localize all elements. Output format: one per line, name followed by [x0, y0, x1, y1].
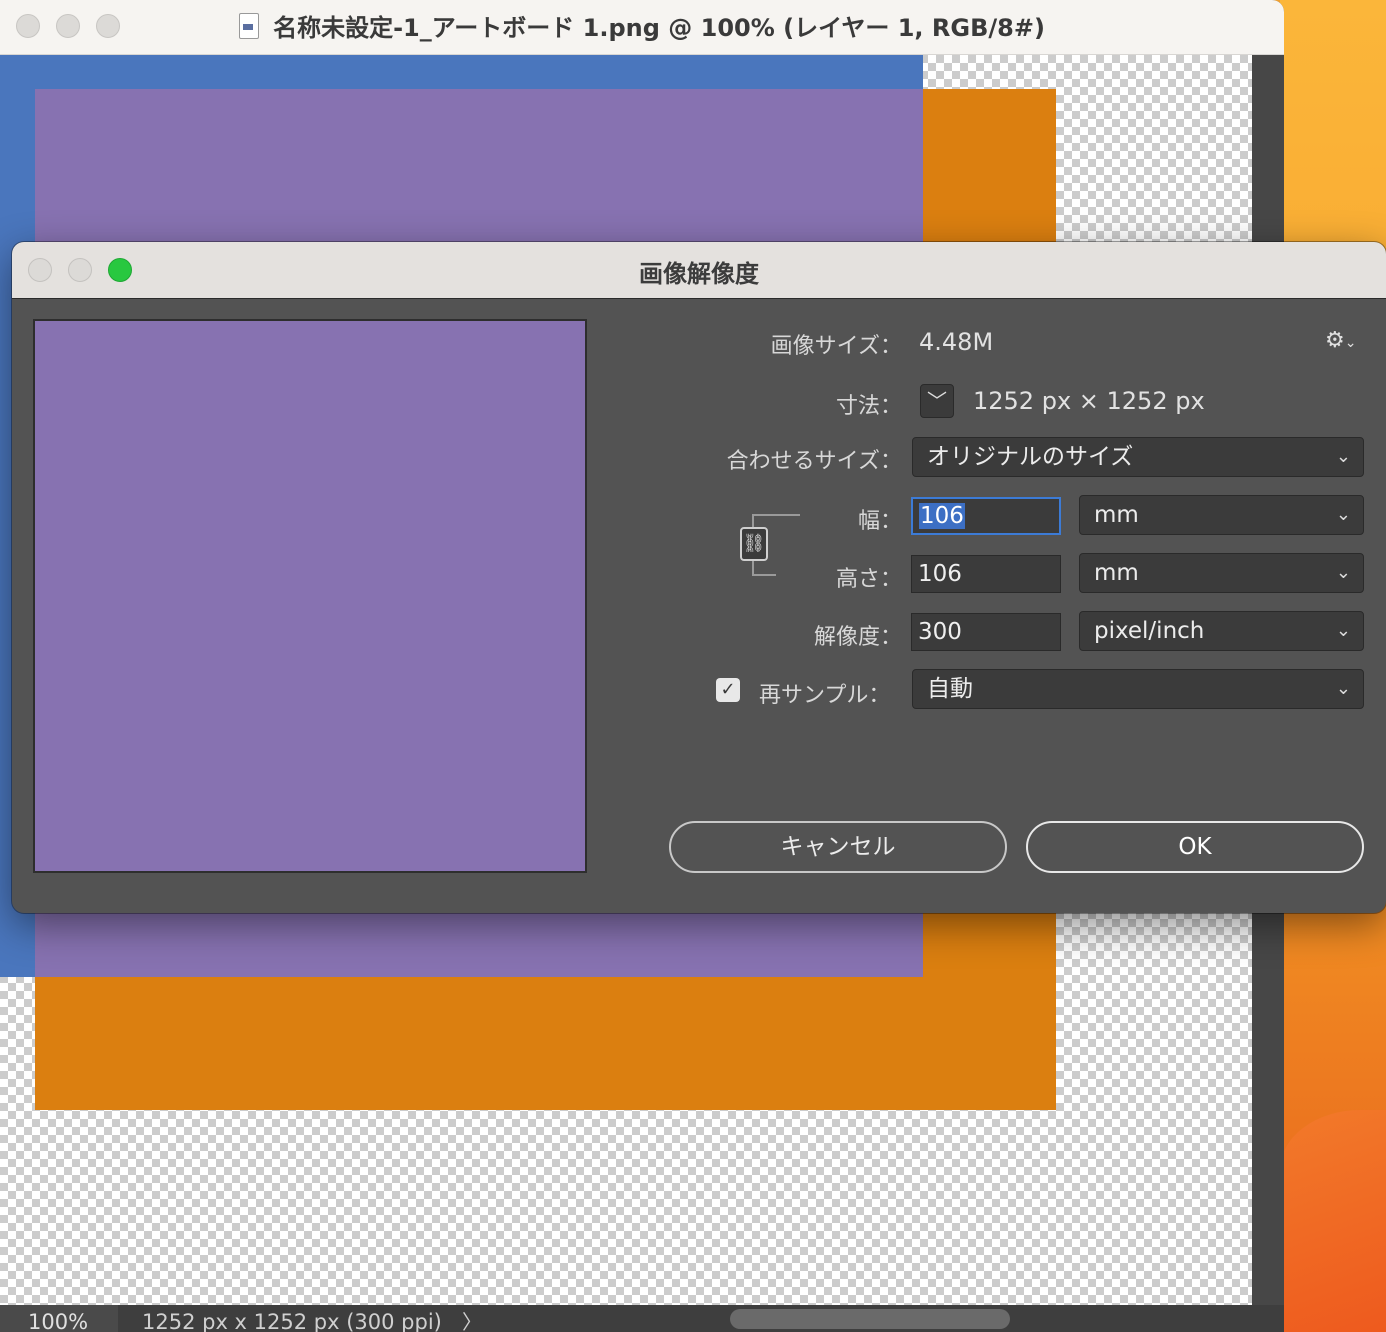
width-input[interactable]: 106	[911, 497, 1061, 535]
chain-glyph: ⛓	[742, 533, 766, 554]
image-size-label: 画像サイズ：	[770, 334, 902, 359]
fit-to-value: オリジナルのサイズ	[927, 444, 1134, 470]
width-value: 106	[919, 503, 965, 529]
image-size-value: 4.48M	[919, 328, 994, 356]
fit-to-label: 合わせるサイズ：	[726, 449, 902, 474]
width-unit-value: mm	[1094, 502, 1139, 528]
dialog-titlebar: 画像解像度	[12, 242, 1386, 299]
status-bar: 100% 1252 px x 1252 px (300 ppi) 〉	[0, 1305, 1284, 1332]
resolution-input[interactable]: 300	[911, 613, 1061, 651]
height-input[interactable]: 106	[911, 555, 1061, 593]
fit-to-select[interactable]: オリジナルのサイズ ⌄	[912, 437, 1364, 477]
resolution-value: 300	[918, 619, 962, 645]
height-value: 106	[918, 561, 962, 587]
height-label: 高さ：	[835, 567, 902, 592]
horizontal-scrollbar-thumb[interactable]	[730, 1309, 1010, 1329]
dimensions-label: 寸法：	[835, 394, 902, 419]
resolution-label: 解像度：	[813, 625, 902, 650]
gear-glyph: ⚙	[1325, 328, 1345, 353]
gear-icon[interactable]: ⚙⌄	[1325, 328, 1356, 353]
resample-label: 再サンプル：	[759, 683, 891, 708]
resolution-unit-value: pixel/inch	[1094, 618, 1205, 644]
document-titlebar: 名称未設定-1_アートボード 1.png @ 100% (レイヤー 1, RGB…	[0, 0, 1284, 55]
height-unit-select[interactable]: mm ⌄	[1079, 553, 1364, 593]
status-menu-arrow-icon[interactable]: 〉	[462, 1305, 482, 1332]
width-label: 幅：	[857, 509, 902, 534]
chevron-down-icon: ⌄	[1335, 620, 1351, 641]
chevron-down-icon: ⌄	[1335, 446, 1351, 467]
dimensions-value: 1252 px × 1252 px	[973, 387, 1205, 415]
check-icon: ✓	[720, 679, 736, 700]
image-preview[interactable]	[33, 319, 587, 873]
resample-value: 自動	[927, 676, 973, 702]
gear-caret-icon: ⌄	[1344, 335, 1357, 351]
document-icon	[239, 13, 260, 39]
zoom-level[interactable]: 100%	[0, 1305, 118, 1332]
link-bracket-bottom	[752, 560, 776, 576]
resample-checkbox[interactable]: ✓	[716, 678, 740, 702]
chevron-down-icon: ⌄	[1335, 678, 1351, 699]
dialog-title: 画像解像度	[639, 260, 759, 288]
document-info: 1252 px x 1252 px (300 ppi)	[142, 1310, 442, 1332]
dimensions-unit-toggle[interactable]: ﹀	[920, 384, 954, 418]
resolution-unit-select[interactable]: pixel/inch ⌄	[1079, 611, 1364, 651]
image-size-dialog: 画像解像度 画像サイズ： 4.48M ⚙⌄ 寸法： ﹀ 1252 px × 12…	[12, 242, 1386, 913]
ok-button[interactable]: OK	[1026, 821, 1364, 873]
chevron-down-icon: ⌄	[1335, 504, 1351, 525]
chevron-down-icon: ⌄	[1335, 562, 1351, 583]
height-unit-value: mm	[1094, 560, 1139, 586]
width-unit-select[interactable]: mm ⌄	[1079, 495, 1364, 535]
constrain-proportions-link-icon[interactable]: ⛓	[740, 527, 768, 561]
wallpaper-wave	[1280, 1110, 1386, 1332]
resample-select[interactable]: 自動 ⌄	[912, 669, 1364, 709]
chevron-down-icon: ﹀	[927, 389, 947, 413]
document-title-text: 名称未設定-1_アートボード 1.png @ 100% (レイヤー 1, RGB…	[273, 14, 1045, 42]
document-title: 名称未設定-1_アートボード 1.png @ 100% (レイヤー 1, RGB…	[0, 8, 1284, 43]
cancel-button[interactable]: キャンセル	[669, 821, 1007, 873]
